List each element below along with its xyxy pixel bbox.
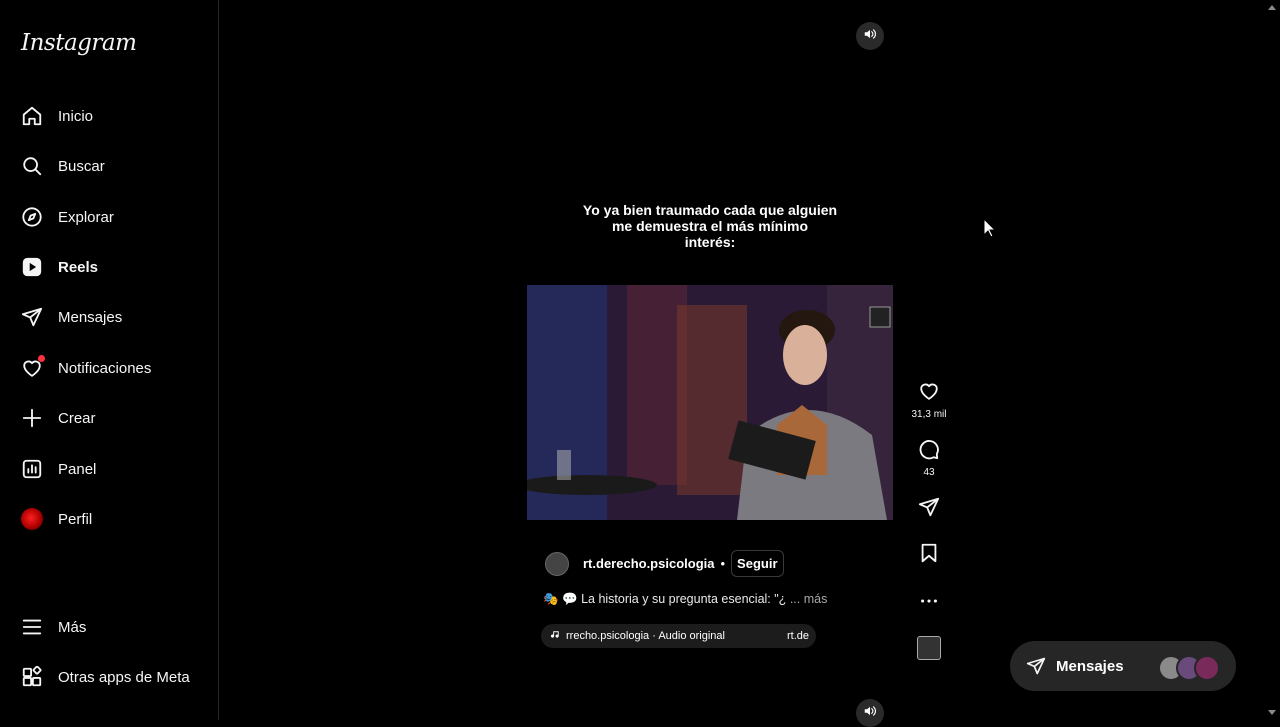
comment-action[interactable]: 43 (906, 438, 952, 478)
sidebar-item-mas[interactable]: Más (20, 614, 86, 640)
author-row: rt.derecho.psicologia • Seguir (545, 550, 784, 577)
chart-icon (20, 457, 44, 481)
overlay-line: me demuestra el más mínimo (611, 218, 809, 234)
sidebar-item-label: Reels (58, 258, 99, 276)
audio-thumbnail[interactable] (906, 636, 952, 660)
scroll-up-icon[interactable] (1268, 5, 1276, 10)
sidebar-item-explorar[interactable]: Explorar (20, 204, 114, 230)
heart-icon (20, 355, 45, 380)
share-action[interactable] (906, 496, 952, 523)
search-icon (20, 154, 44, 178)
sidebar-item-panel[interactable]: Panel (20, 456, 96, 482)
sidebar-item-reels[interactable]: Reels (20, 254, 98, 280)
reels-icon (20, 255, 44, 279)
home-icon (20, 104, 44, 128)
send-icon (20, 305, 44, 329)
send-icon (1026, 656, 1046, 676)
sidebar-item-crear[interactable]: Crear (20, 405, 96, 431)
messages-pill[interactable]: Mensajes (1010, 641, 1236, 691)
sidebar-item-label: Inicio (58, 107, 94, 125)
audio-label: rrecho.psicologia · Audio original (566, 630, 725, 642)
author-username[interactable]: rt.derecho.psicologia (583, 556, 714, 571)
comment-icon[interactable] (918, 438, 940, 465)
sidebar-item-label: Explorar (58, 208, 114, 226)
sidebar-item-label: Crear (58, 409, 96, 427)
sidebar-item-buscar[interactable]: Buscar (20, 153, 105, 179)
reel-card[interactable]: Yo ya bien traumado cada que alguien me … (527, 150, 893, 670)
more-horizontal-icon[interactable] (918, 590, 940, 617)
comment-count: 43 (923, 467, 935, 478)
messages-pill-label: Mensajes (1056, 657, 1124, 675)
speaker-icon (863, 27, 877, 46)
save-action[interactable] (906, 542, 952, 569)
follow-button[interactable]: Seguir (731, 550, 784, 577)
sidebar-item-perfil[interactable]: Perfil (20, 506, 92, 532)
reel-overlay-text: Yo ya bien traumado cada que alguien me … (527, 202, 893, 250)
sidebar-item-label: Otras apps de Meta (58, 668, 190, 686)
sidebar-item-otras-apps[interactable]: Otras apps de Meta (20, 664, 190, 690)
sidebar-item-label: Panel (58, 460, 97, 478)
like-action[interactable]: 31,3 mil (906, 380, 952, 420)
menu-icon (20, 615, 44, 639)
scrollbar[interactable] (1265, 0, 1280, 720)
apps-icon (20, 665, 44, 689)
audio-cover-icon (917, 636, 941, 660)
more-link[interactable]: ... más (790, 592, 828, 606)
sidebar-item-label: Mensajes (58, 308, 123, 326)
heart-icon[interactable] (918, 380, 940, 407)
send-icon[interactable] (918, 496, 940, 523)
avatar (1194, 655, 1220, 681)
audio-pill[interactable]: rrecho.psicologia · Audio original rt.de (541, 624, 816, 648)
overlay-line: Yo ya bien traumado cada que alguien (582, 202, 838, 218)
scroll-down-icon[interactable] (1268, 710, 1276, 715)
sidebar: Instagram Inicio Buscar Explorar Reels M… (0, 0, 219, 720)
author-avatar[interactable] (545, 551, 569, 576)
sidebar-item-notificaciones[interactable]: Notificaciones (20, 355, 151, 381)
sidebar-item-label: Más (58, 618, 87, 636)
notification-dot (38, 355, 45, 362)
bookmark-icon[interactable] (918, 542, 940, 569)
description-text: 🎭 💬 La historia y su pregunta esencial: … (543, 592, 787, 606)
mute-button-bottom[interactable] (856, 699, 884, 727)
mouse-cursor-icon (983, 217, 997, 243)
separator-dot: • (720, 556, 726, 571)
sidebar-item-mensajes[interactable]: Mensajes (20, 304, 122, 330)
reel-video[interactable] (527, 285, 893, 520)
plus-icon (20, 406, 44, 430)
sidebar-item-label: Buscar (58, 157, 105, 175)
message-avatars (1158, 655, 1220, 681)
audio-label-scroll: rt.de (787, 630, 810, 642)
sidebar-item-label: Notificaciones (58, 359, 152, 377)
avatar (20, 507, 44, 531)
instagram-logo[interactable]: Instagram (21, 30, 137, 56)
more-options-action[interactable] (906, 590, 952, 617)
reel-description[interactable]: 🎭 💬 La historia y su pregunta esencial: … (543, 592, 827, 607)
compass-icon (20, 205, 44, 229)
sidebar-item-inicio[interactable]: Inicio (20, 103, 93, 129)
music-note-icon (550, 629, 564, 643)
sidebar-item-label: Perfil (58, 510, 93, 528)
overlay-line: interés: (684, 234, 736, 250)
mute-button-top[interactable] (856, 22, 884, 50)
video-scene (527, 285, 893, 520)
like-count: 31,3 mil (911, 409, 947, 420)
